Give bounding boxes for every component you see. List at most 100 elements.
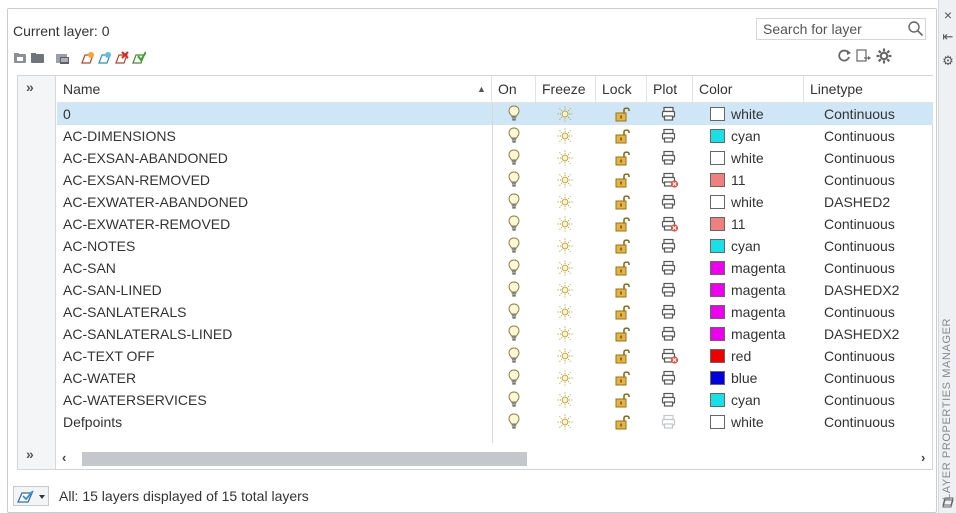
layer-linetype[interactable]: Continuous xyxy=(824,345,895,367)
color-swatch[interactable] xyxy=(710,239,725,253)
layer-name[interactable]: Defpoints xyxy=(63,411,122,433)
layer-name[interactable]: AC-DIMENSIONS xyxy=(63,125,176,147)
layer-filter-dropdown-button[interactable] xyxy=(13,486,49,506)
layer-name[interactable]: 0 xyxy=(63,103,71,125)
expand-filters-chevron-icon[interactable]: » xyxy=(26,79,34,95)
layer-name[interactable]: AC-SANLATERALS xyxy=(63,301,186,323)
layer-name[interactable]: AC-EXWATER-REMOVED xyxy=(63,213,230,235)
layer-row[interactable]: AC-EXSAN-REMOVED 11 Continuous xyxy=(57,169,933,191)
freeze-sun-icon[interactable] xyxy=(557,414,573,436)
color-swatch[interactable] xyxy=(710,305,725,319)
layer-linetype[interactable]: DASHEDX2 xyxy=(824,323,899,345)
layer-linetype[interactable]: Continuous xyxy=(824,213,895,235)
filter-tree-expander[interactable]: » » xyxy=(18,76,56,469)
layer-color-name[interactable]: magenta xyxy=(731,323,785,345)
light-bulb-icon[interactable] xyxy=(508,303,520,325)
layer-name[interactable]: AC-SAN-LINED xyxy=(63,279,162,301)
light-bulb-icon[interactable] xyxy=(508,413,520,435)
layer-row[interactable]: AC-NOTES cyan Continuous xyxy=(57,235,933,257)
layer-name[interactable]: AC-EXWATER-ABANDONED xyxy=(63,191,248,213)
layer-color-name[interactable]: magenta xyxy=(731,257,785,279)
layer-color-name[interactable]: blue xyxy=(731,367,757,389)
layer-color-name[interactable]: cyan xyxy=(731,389,761,411)
light-bulb-icon[interactable] xyxy=(508,105,520,127)
layer-color-name[interactable]: white xyxy=(731,191,764,213)
color-swatch[interactable] xyxy=(710,327,725,341)
scrollbar-thumb[interactable] xyxy=(82,452,527,466)
layer-name[interactable]: AC-EXSAN-ABANDONED xyxy=(63,147,228,169)
layer-color-name[interactable]: cyan xyxy=(731,235,761,257)
layer-linetype[interactable]: Continuous xyxy=(824,103,895,125)
layer-row[interactable]: AC-SAN-LINED magenta DASHEDX2 xyxy=(57,279,933,301)
light-bulb-icon[interactable] xyxy=(508,325,520,347)
new-layer-icon[interactable] xyxy=(80,51,95,66)
color-swatch[interactable] xyxy=(710,195,725,209)
layer-name[interactable]: AC-WATERSERVICES xyxy=(63,389,207,411)
layer-row[interactable]: AC-SANLATERALS magenta Continuous xyxy=(57,301,933,323)
close-icon[interactable]: × xyxy=(942,8,954,22)
layer-color-name[interactable]: magenta xyxy=(731,301,785,323)
layer-color-name[interactable]: white xyxy=(731,411,764,433)
search-icon[interactable] xyxy=(907,20,925,38)
layer-color-name[interactable]: magenta xyxy=(731,279,785,301)
layer-color-name[interactable]: white xyxy=(731,147,764,169)
layer-linetype[interactable]: DASHEDX2 xyxy=(824,279,899,301)
layer-translator-icon[interactable] xyxy=(856,48,872,64)
refresh-icon[interactable] xyxy=(836,48,852,64)
layer-name[interactable]: AC-WATER xyxy=(63,367,136,389)
layer-linetype[interactable]: Continuous xyxy=(824,257,895,279)
layer-linetype[interactable]: DASHED2 xyxy=(824,191,890,213)
color-swatch[interactable] xyxy=(710,415,725,429)
layer-linetype[interactable]: Continuous xyxy=(824,125,895,147)
layer-name[interactable]: AC-NOTES xyxy=(63,235,135,257)
scroll-right-icon[interactable]: › xyxy=(921,450,925,465)
color-swatch[interactable] xyxy=(710,371,725,385)
color-swatch[interactable] xyxy=(710,393,725,407)
layer-linetype[interactable]: Continuous xyxy=(824,147,895,169)
settings-icon[interactable] xyxy=(876,48,892,64)
layer-search-box[interactable] xyxy=(756,18,926,40)
layer-name[interactable]: AC-EXSAN-REMOVED xyxy=(63,169,210,191)
light-bulb-icon[interactable] xyxy=(508,237,520,259)
layer-linetype[interactable]: Continuous xyxy=(824,389,895,411)
layer-name[interactable]: AC-TEXT OFF xyxy=(63,345,155,367)
new-property-filter-icon[interactable] xyxy=(13,51,28,66)
new-layer-vp-frozen-icon[interactable] xyxy=(97,51,112,66)
auto-hide-icon[interactable]: ⇤ xyxy=(942,30,954,44)
layer-row[interactable]: AC-DIMENSIONS cyan Continuous xyxy=(57,125,933,147)
set-current-icon[interactable] xyxy=(131,50,146,66)
layer-name[interactable]: AC-SAN xyxy=(63,257,116,279)
delete-layer-icon[interactable] xyxy=(114,50,129,66)
color-swatch[interactable] xyxy=(710,283,725,297)
light-bulb-icon[interactable] xyxy=(508,259,520,281)
column-header-plot[interactable]: Plot xyxy=(647,76,693,103)
layer-linetype[interactable]: Continuous xyxy=(824,367,895,389)
expand-filters-bottom-chevron-icon[interactable]: » xyxy=(26,446,34,462)
light-bulb-icon[interactable] xyxy=(508,391,520,413)
horizontal-scrollbar[interactable]: ‹ › xyxy=(57,449,933,469)
light-bulb-icon[interactable] xyxy=(508,347,520,369)
light-bulb-icon[interactable] xyxy=(508,171,520,193)
plotter-icon[interactable] xyxy=(661,414,679,436)
column-header-lock[interactable]: Lock xyxy=(596,76,647,103)
layer-color-name[interactable]: 11 xyxy=(731,169,746,191)
layer-linetype[interactable]: Continuous xyxy=(824,411,895,433)
layer-row[interactable]: AC-EXSAN-ABANDONED white Continuous xyxy=(57,147,933,169)
layer-color-name[interactable]: 11 xyxy=(731,213,746,235)
layer-color-name[interactable]: white xyxy=(731,103,764,125)
color-swatch[interactable] xyxy=(710,107,725,121)
color-swatch[interactable] xyxy=(710,173,725,187)
scroll-left-icon[interactable]: ‹ xyxy=(62,450,66,465)
column-header-color[interactable]: Color xyxy=(693,76,804,103)
layer-row[interactable]: AC-WATER blue Continuous xyxy=(57,367,933,389)
layer-linetype[interactable]: Continuous xyxy=(824,301,895,323)
light-bulb-icon[interactable] xyxy=(508,281,520,303)
light-bulb-icon[interactable] xyxy=(508,369,520,391)
layer-color-name[interactable]: cyan xyxy=(731,125,761,147)
column-header-on[interactable]: On xyxy=(492,76,536,103)
layer-row[interactable]: 0 white Continuous xyxy=(57,103,933,125)
new-group-filter-icon[interactable] xyxy=(30,51,45,66)
color-swatch[interactable] xyxy=(710,217,725,231)
column-header-name[interactable]: Name ▲ xyxy=(57,76,492,103)
light-bulb-icon[interactable] xyxy=(508,127,520,149)
